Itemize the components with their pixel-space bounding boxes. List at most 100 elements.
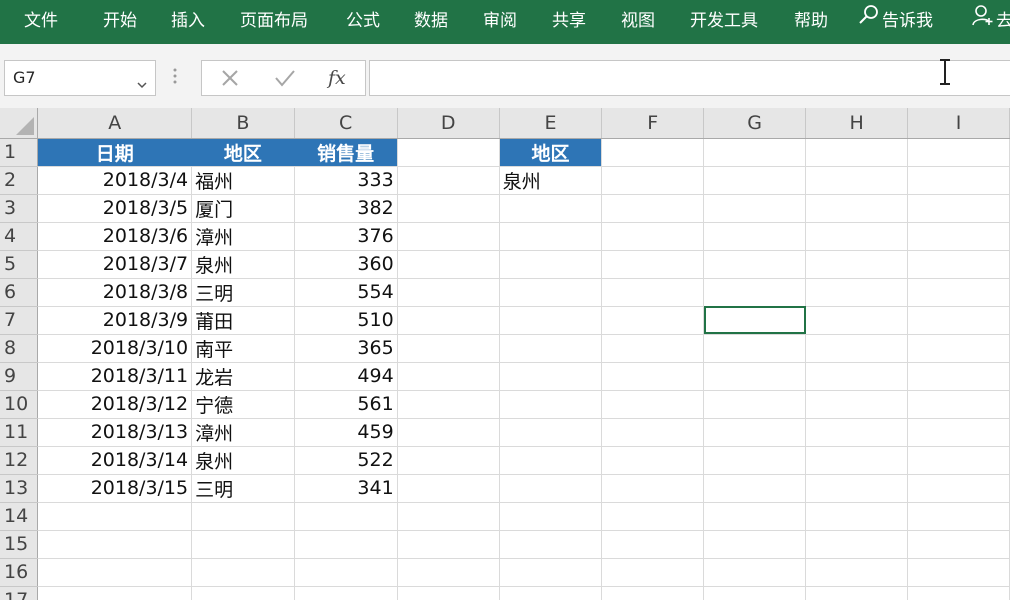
cell-b10[interactable]: 宁德: [191, 390, 295, 419]
cell-i11[interactable]: [907, 418, 1010, 447]
cell-h10[interactable]: [805, 390, 909, 419]
cell-f1[interactable]: [601, 138, 705, 167]
cell-i13[interactable]: [907, 474, 1010, 503]
row-header[interactable]: 14: [0, 502, 39, 531]
cell-e7[interactable]: [499, 306, 603, 335]
cell-i4[interactable]: [907, 222, 1010, 251]
cell-e5[interactable]: [499, 250, 603, 279]
cell-g2[interactable]: [703, 166, 807, 195]
cell-d3[interactable]: [397, 194, 500, 223]
cell-i15[interactable]: [907, 530, 1010, 559]
cell-c7[interactable]: 510: [294, 306, 398, 335]
cell-a12[interactable]: 2018/3/14: [37, 446, 193, 475]
cell-h4[interactable]: [805, 222, 909, 251]
cell-c13[interactable]: 341: [294, 474, 398, 503]
row-header[interactable]: 2: [0, 166, 39, 195]
cell-h6[interactable]: [805, 278, 909, 307]
cell-a13[interactable]: 2018/3/15: [37, 474, 193, 503]
cell-g4[interactable]: [703, 222, 807, 251]
cell-c4[interactable]: 376: [294, 222, 398, 251]
cell-g14[interactable]: [703, 502, 807, 531]
row-header[interactable]: 12: [0, 446, 39, 475]
cell-a6[interactable]: 2018/3/8: [37, 278, 193, 307]
column-header-h[interactable]: H: [805, 108, 909, 139]
column-header-g[interactable]: G: [703, 108, 807, 139]
cell-c5[interactable]: 360: [294, 250, 398, 279]
cell-e16[interactable]: [499, 558, 603, 587]
cell-h3[interactable]: [805, 194, 909, 223]
cell-f9[interactable]: [601, 362, 705, 391]
cell-e14[interactable]: [499, 502, 603, 531]
cell-h11[interactable]: [805, 418, 909, 447]
cell-f13[interactable]: [601, 474, 705, 503]
cell-i6[interactable]: [907, 278, 1010, 307]
cell-c9[interactable]: 494: [294, 362, 398, 391]
row-header[interactable]: 4: [0, 222, 39, 251]
tab-data[interactable]: 数据: [414, 0, 448, 44]
cell-g15[interactable]: [703, 530, 807, 559]
cell-d9[interactable]: [397, 362, 500, 391]
cell-b12[interactable]: 泉州: [191, 446, 295, 475]
cell-a8[interactable]: 2018/3/10: [37, 334, 193, 363]
cell-d13[interactable]: [397, 474, 500, 503]
cell-h7[interactable]: [805, 306, 909, 335]
cell-c14[interactable]: [294, 502, 398, 531]
cell-a11[interactable]: 2018/3/13: [37, 418, 193, 447]
cell-i16[interactable]: [907, 558, 1010, 587]
cell-d12[interactable]: [397, 446, 500, 475]
tab-review[interactable]: 审阅: [483, 0, 517, 44]
cell-a3[interactable]: 2018/3/5: [37, 194, 193, 223]
check-icon[interactable]: [274, 68, 296, 92]
row-header[interactable]: 9: [0, 362, 39, 391]
cell-f7[interactable]: [601, 306, 705, 335]
cell-h17[interactable]: [805, 586, 909, 600]
cell-h16[interactable]: [805, 558, 909, 587]
cell-f5[interactable]: [601, 250, 705, 279]
cell-h8[interactable]: [805, 334, 909, 363]
row-header[interactable]: 10: [0, 390, 39, 419]
cell-a14[interactable]: [37, 502, 193, 531]
row-header[interactable]: 1: [0, 138, 39, 167]
column-header-e[interactable]: E: [499, 108, 603, 139]
cell-e9[interactable]: [499, 362, 603, 391]
cell-g3[interactable]: [703, 194, 807, 223]
cell-g17[interactable]: [703, 586, 807, 600]
cell-h15[interactable]: [805, 530, 909, 559]
cell-e12[interactable]: [499, 446, 603, 475]
cell-f3[interactable]: [601, 194, 705, 223]
tab-share[interactable]: 共享: [552, 0, 586, 44]
cell-e15[interactable]: [499, 530, 603, 559]
cell-c8[interactable]: 365: [294, 334, 398, 363]
row-header[interactable]: 13: [0, 474, 39, 503]
chevron-down-icon[interactable]: [137, 74, 147, 93]
row-header[interactable]: 17: [0, 586, 39, 600]
cell-h5[interactable]: [805, 250, 909, 279]
cell-i17[interactable]: [907, 586, 1010, 600]
cell-b15[interactable]: [191, 530, 295, 559]
tab-page-layout[interactable]: 页面布局: [240, 0, 308, 44]
cell-b13[interactable]: 三明: [191, 474, 295, 503]
cell-d8[interactable]: [397, 334, 500, 363]
cell-f16[interactable]: [601, 558, 705, 587]
cell-e10[interactable]: [499, 390, 603, 419]
cell-h2[interactable]: [805, 166, 909, 195]
cell-i2[interactable]: [907, 166, 1010, 195]
row-header[interactable]: 11: [0, 418, 39, 447]
cell-i8[interactable]: [907, 334, 1010, 363]
name-box[interactable]: G7: [4, 60, 156, 96]
share-button[interactable]: 去: [972, 0, 1010, 44]
tab-insert[interactable]: 插入: [171, 0, 205, 44]
cell-b6[interactable]: 三明: [191, 278, 295, 307]
cell-b7[interactable]: 莆田: [191, 306, 295, 335]
row-header[interactable]: 5: [0, 250, 39, 279]
cell-h9[interactable]: [805, 362, 909, 391]
cell-d16[interactable]: [397, 558, 500, 587]
cell-e4[interactable]: [499, 222, 603, 251]
cell-g8[interactable]: [703, 334, 807, 363]
cell-a5[interactable]: 2018/3/7: [37, 250, 193, 279]
cell-i1[interactable]: [907, 138, 1010, 167]
cell-h13[interactable]: [805, 474, 909, 503]
cell-f12[interactable]: [601, 446, 705, 475]
tab-formulas[interactable]: 公式: [346, 0, 380, 44]
cell-d7[interactable]: [397, 306, 500, 335]
